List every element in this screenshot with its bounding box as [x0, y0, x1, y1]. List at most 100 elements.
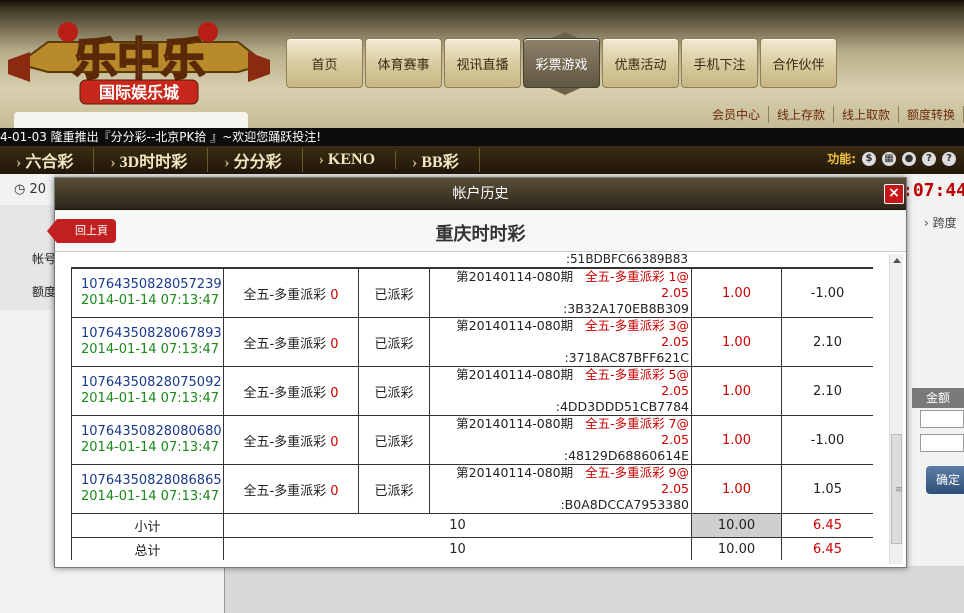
link-deposit[interactable]: 线上存款	[769, 106, 835, 123]
table-row: 10764350828086865 2014-01-14 07:13:47 全五-多…	[71, 464, 873, 514]
subtotal-result: 6.45	[781, 513, 873, 538]
bet-id[interactable]: 10764350828080680	[81, 424, 223, 440]
bet-type-cell: 全五-多重派彩 0	[223, 317, 359, 367]
bet-type: 全五-多重派彩	[243, 483, 327, 499]
svg-text:乐中乐: 乐中乐	[73, 34, 205, 85]
span-link[interactable]: › 跨度	[924, 214, 957, 231]
clock-readout: ◷ 20	[14, 182, 47, 197]
total-label: 总计	[71, 537, 224, 560]
bet-id-cell: 10764350828067893 2014-01-14 07:13:47	[71, 317, 224, 367]
nav-live-casino[interactable]: 视讯直播	[444, 38, 521, 88]
bottom-area	[224, 566, 964, 613]
link-member-center[interactable]: 会员中心	[704, 106, 770, 123]
dialog-header: 回上頁 重庆时时彩	[47, 210, 906, 252]
link-transfer[interactable]: 额度转换	[899, 106, 964, 123]
bet-detail: 全五-多重派彩 1@	[585, 269, 689, 284]
game-tab-3d[interactable]: 3D时时彩	[94, 148, 209, 172]
nav-home[interactable]: 首页	[286, 38, 363, 88]
confirm-button[interactable]: 确定	[926, 466, 964, 494]
bet-status: 已派彩	[358, 366, 430, 416]
total-row: 总计 10 10.00 6.45	[71, 537, 873, 560]
bet-type-num: 0	[330, 287, 339, 303]
history-table: 10764350828057239 2014-01-14 07:13:47 全五-多…	[71, 268, 873, 560]
bet-type-cell: 全五-多重派彩 0	[223, 366, 359, 416]
grip-icon: ≡	[895, 485, 903, 495]
table-row: 10764350828075092 2014-01-14 07:13:47 全五-多…	[71, 366, 873, 416]
bet-id[interactable]: 10764350828086865	[81, 473, 223, 489]
bet-result: 2.10	[781, 366, 873, 416]
site-logo[interactable]: 乐中乐 国际娱乐城	[8, 12, 270, 120]
nav-lottery[interactable]: 彩票游戏	[523, 38, 600, 88]
bet-content-cell: 第20140114-080期 全五-多重派彩 3@ 2.05:3718AC87BF…	[429, 317, 692, 367]
game-tab-mark-six[interactable]: 六合彩	[0, 148, 95, 172]
bet-time: 2014-01-14 07:13:47	[81, 489, 220, 504]
bet-type-num: 0	[330, 336, 339, 352]
bet-id-cell: 10764350828057239 2014-01-14 07:13:47	[71, 268, 224, 318]
bet-code: :48129D68860614E	[563, 448, 689, 463]
nav-mobile[interactable]: 手机下注	[681, 38, 758, 88]
bet-content-cell: 第20140114-080期 全五-多重派彩 7@ 2.05:48129D6886…	[429, 415, 692, 465]
bet-result: 1.05	[781, 464, 873, 514]
bet-period: 第20140114-080期	[456, 416, 574, 431]
bet-type-num: 0	[330, 434, 339, 450]
bet-code: :3B32A170EB8B309	[563, 301, 689, 316]
bet-time: 2014-01-14 07:13:47	[81, 293, 220, 308]
bet-id-cell: 10764350828075092 2014-01-14 07:13:47	[71, 366, 224, 416]
scrollbar-thumb[interactable]: ≡	[891, 434, 903, 544]
bet-id-cell: 10764350828086865 2014-01-14 07:13:47	[71, 464, 224, 514]
amount-input[interactable]	[920, 434, 964, 452]
game-tab-keno[interactable]: KENO	[303, 151, 397, 169]
nav-promotions[interactable]: 优惠活动	[602, 38, 679, 88]
subtotal-label: 小计	[71, 513, 224, 538]
left-item-credit[interactable]: 额度	[32, 283, 56, 300]
close-icon[interactable]: ×	[884, 184, 904, 204]
table-row: 10764350828057239 2014-01-14 07:13:47 全五-多…	[71, 268, 873, 318]
bet-id[interactable]: 10764350828067893	[81, 326, 223, 342]
vertical-scrollbar[interactable]: ≡	[889, 254, 903, 564]
bet-status: 已派彩	[358, 268, 430, 318]
bet-type: 全五-多重派彩	[243, 287, 327, 303]
left-item-account[interactable]: 帐号	[32, 250, 56, 267]
bet-status: 已派彩	[358, 415, 430, 465]
bet-detail: 全五-多重派彩 3@	[585, 318, 689, 333]
help-icon[interactable]: ?	[922, 151, 936, 166]
function-label: 功能:	[827, 152, 856, 166]
bet-odds: 2.05	[661, 481, 689, 496]
partial-row: :51BDBFC66389B83	[71, 254, 873, 268]
bet-detail: 全五-多重派彩 5@	[585, 367, 689, 382]
total-amount: 10.00	[691, 537, 782, 560]
bet-type: 全五-多重派彩	[243, 434, 327, 450]
bet-period: 第20140114-080期	[456, 318, 574, 333]
bet-type-num: 0	[330, 483, 339, 499]
table-row: 10764350828067893 2014-01-14 07:13:47 全五-多…	[71, 317, 873, 367]
nav-sports[interactable]: 体育赛事	[365, 38, 442, 88]
bet-result: -1.00	[781, 415, 873, 465]
bet-id[interactable]: 10764350828057239	[81, 277, 223, 293]
history-table-scroll[interactable]: :51BDBFC66389B83 10764350828057239 2014-0…	[71, 254, 873, 560]
bet-id-cell: 10764350828080680 2014-01-14 07:13:47	[71, 415, 224, 465]
amount-header: 金额	[912, 388, 964, 408]
bet-content-cell: 第20140114-080期 全五-多重派彩 9@ 2.05:B0A8DCCA79…	[429, 464, 692, 514]
bet-status: 已派彩	[358, 317, 430, 367]
scroll-up-icon[interactable]	[893, 258, 901, 263]
svg-text:国际娱乐城: 国际娱乐城	[99, 83, 179, 102]
coins-icon[interactable]: $	[862, 151, 876, 166]
subtotal-row: 小计 10 10.00 6.45	[71, 513, 873, 538]
bet-status: 已派彩	[358, 464, 430, 514]
game-bar: 六合彩 3D时时彩 分分彩 KENO BB彩	[0, 146, 964, 174]
bet-amount: 1.00	[691, 464, 782, 514]
bet-id[interactable]: 10764350828075092	[81, 375, 223, 391]
bet-odds: 2.05	[661, 334, 689, 349]
bet-type-cell: 全五-多重派彩 0	[223, 464, 359, 514]
nav-partners[interactable]: 合作伙伴	[760, 38, 837, 88]
bet-amount: 1.00	[691, 366, 782, 416]
user-icon[interactable]: ●	[902, 151, 916, 166]
link-withdraw[interactable]: 线上取款	[834, 106, 900, 123]
amount-input[interactable]	[920, 410, 964, 428]
calendar-icon[interactable]: ▦	[882, 151, 896, 166]
game-tab-bb[interactable]: BB彩	[396, 148, 480, 172]
game-tab-fenfen[interactable]: 分分彩	[208, 148, 303, 172]
question-icon[interactable]: ?	[942, 151, 956, 166]
total-result: 6.45	[781, 537, 873, 560]
bet-code: :B0A8DCCA7953380	[560, 497, 689, 512]
